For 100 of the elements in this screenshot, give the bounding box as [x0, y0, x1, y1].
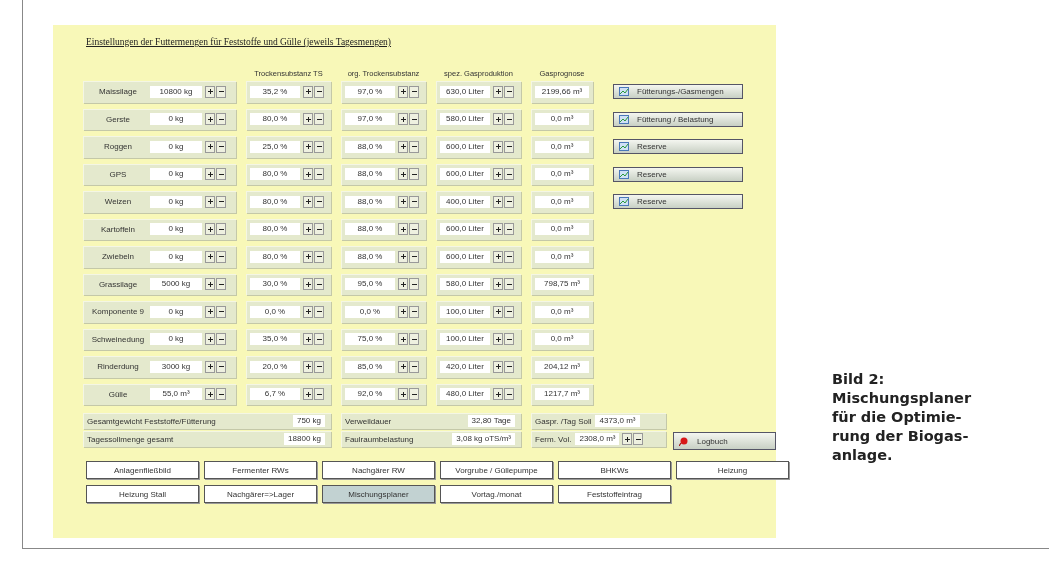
nav-button[interactable]: Vorgrube / Güllepumpe	[440, 461, 553, 479]
plus-button[interactable]	[398, 388, 408, 401]
gas-field[interactable]: 400,0 Liter	[440, 195, 490, 208]
gas-field[interactable]: 600,0 Liter	[440, 168, 490, 181]
ts-field[interactable]: 35,0 %	[250, 333, 300, 346]
minus-button[interactable]	[504, 223, 514, 236]
amount-field[interactable]: 0 kg	[150, 113, 202, 126]
plus-button[interactable]	[303, 113, 313, 126]
minus-button[interactable]	[216, 250, 226, 263]
nav-button[interactable]: Nachgärer=>Lager	[204, 485, 317, 503]
chart-button[interactable]: Fütterungs-/Gasmengen	[613, 84, 743, 100]
plus-button[interactable]	[205, 168, 215, 181]
ts-field[interactable]: 80,0 %	[250, 250, 300, 263]
plus-button[interactable]	[493, 113, 503, 126]
plus-button[interactable]	[303, 360, 313, 373]
plus-button[interactable]	[205, 113, 215, 126]
ts-field[interactable]: 80,0 %	[250, 195, 300, 208]
nav-button[interactable]: Heizung	[676, 461, 789, 479]
minus-button[interactable]	[504, 113, 514, 126]
nav-button[interactable]: BHKWs	[558, 461, 671, 479]
plus-button[interactable]	[493, 85, 503, 98]
plus-button[interactable]	[303, 168, 313, 181]
minus-button[interactable]	[314, 113, 324, 126]
minus-button[interactable]	[409, 223, 419, 236]
amount-field[interactable]: 0 kg	[150, 305, 202, 318]
minus-button[interactable]	[216, 140, 226, 153]
plus-button[interactable]	[493, 278, 503, 291]
minus-button[interactable]	[409, 195, 419, 208]
plus-button[interactable]	[398, 113, 408, 126]
nav-button[interactable]: Vortag./monat	[440, 485, 553, 503]
minus-button[interactable]	[216, 360, 226, 373]
minus-button[interactable]	[409, 250, 419, 263]
chart-button[interactable]: Reserve	[613, 139, 743, 155]
plus-button[interactable]	[398, 85, 408, 98]
plus-button[interactable]	[303, 195, 313, 208]
minus-button[interactable]	[504, 85, 514, 98]
nav-button[interactable]: Anlagenfließbild	[86, 461, 199, 479]
amount-field[interactable]: 5000 kg	[150, 278, 202, 291]
gas-field[interactable]: 580,0 Liter	[440, 278, 490, 291]
plus-button[interactable]	[205, 278, 215, 291]
plus-button[interactable]	[303, 278, 313, 291]
logbook-button[interactable]: Logbuch	[673, 432, 776, 450]
gas-field[interactable]: 100,0 Liter	[440, 333, 490, 346]
amount-field[interactable]: 0 kg	[150, 168, 202, 181]
minus-button[interactable]	[314, 388, 324, 401]
plus-button[interactable]	[303, 140, 313, 153]
minus-button[interactable]	[504, 250, 514, 263]
nav-button[interactable]: Mischungsplaner	[322, 485, 435, 503]
ts-field[interactable]: 35,2 %	[250, 85, 300, 98]
minus-button[interactable]	[409, 305, 419, 318]
plus-button[interactable]	[493, 333, 503, 346]
minus-button[interactable]	[314, 140, 324, 153]
minus-button[interactable]	[504, 140, 514, 153]
plus-button[interactable]	[398, 360, 408, 373]
plus-button[interactable]	[398, 195, 408, 208]
gas-field[interactable]: 100,0 Liter	[440, 305, 490, 318]
minus-button[interactable]	[504, 388, 514, 401]
minus-button[interactable]	[504, 305, 514, 318]
ots-field[interactable]: 88,0 %	[345, 195, 395, 208]
ts-field[interactable]: 30,0 %	[250, 278, 300, 291]
minus-button[interactable]	[314, 305, 324, 318]
plus-button[interactable]	[303, 305, 313, 318]
plus-button[interactable]	[205, 195, 215, 208]
plus-button[interactable]	[303, 250, 313, 263]
plus-button[interactable]	[493, 223, 503, 236]
plus-button[interactable]	[493, 305, 503, 318]
minus-button[interactable]	[216, 333, 226, 346]
nav-button[interactable]: Nachgärer RW	[322, 461, 435, 479]
minus-button[interactable]	[409, 333, 419, 346]
plus-button[interactable]	[303, 223, 313, 236]
minus-button[interactable]	[314, 360, 324, 373]
gas-field[interactable]: 630,0 Liter	[440, 85, 490, 98]
plus-button[interactable]	[205, 360, 215, 373]
amount-field[interactable]: 0 kg	[150, 195, 202, 208]
gas-field[interactable]: 580,0 Liter	[440, 113, 490, 126]
plus-button[interactable]	[493, 360, 503, 373]
minus-button[interactable]	[409, 140, 419, 153]
plus-button[interactable]	[303, 85, 313, 98]
minus-button[interactable]	[409, 278, 419, 291]
plus-button[interactable]	[398, 333, 408, 346]
minus-button[interactable]	[409, 168, 419, 181]
ots-field[interactable]: 75,0 %	[345, 333, 395, 346]
plus-button[interactable]	[398, 223, 408, 236]
minus-button[interactable]	[633, 433, 644, 445]
plus-button[interactable]	[205, 223, 215, 236]
minus-button[interactable]	[314, 333, 324, 346]
amount-field[interactable]: 0 kg	[150, 250, 202, 263]
plus-button[interactable]	[205, 333, 215, 346]
minus-button[interactable]	[409, 388, 419, 401]
plus-button[interactable]	[398, 278, 408, 291]
gas-field[interactable]: 420,0 Liter	[440, 360, 490, 373]
ots-field[interactable]: 88,0 %	[345, 168, 395, 181]
plus-button[interactable]	[205, 250, 215, 263]
plus-button[interactable]	[493, 250, 503, 263]
plus-button[interactable]	[398, 168, 408, 181]
ts-field[interactable]: 20,0 %	[250, 360, 300, 373]
ots-field[interactable]: 92,0 %	[345, 388, 395, 401]
minus-button[interactable]	[314, 250, 324, 263]
minus-button[interactable]	[409, 360, 419, 373]
ots-field[interactable]: 95,0 %	[345, 278, 395, 291]
